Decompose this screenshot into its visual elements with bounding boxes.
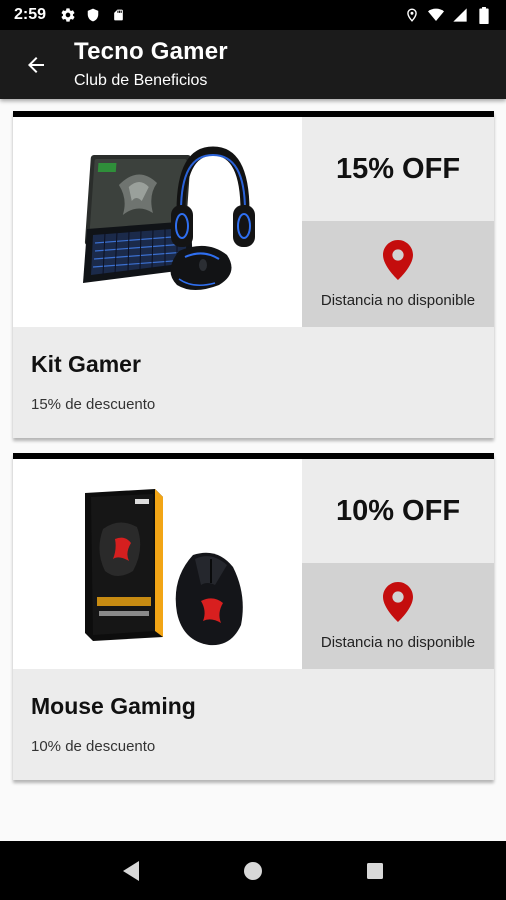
status-icons-right: [404, 6, 492, 24]
offer-card-kit-gamer[interactable]: 15% OFF Distancia no disponible Kit Game…: [13, 111, 494, 438]
shield-icon: [85, 7, 101, 23]
distance-box: Distancia no disponible: [302, 563, 494, 669]
nav-home-button[interactable]: [233, 851, 273, 891]
page-title: Tecno Gamer: [74, 37, 228, 65]
discount-label: 15% OFF: [302, 117, 494, 221]
battery-icon: [476, 6, 492, 24]
gaming-kit-product-image: [13, 117, 302, 327]
status-time: 2:59: [14, 6, 47, 23]
status-bar: 2:59: [0, 0, 506, 30]
recents-square-icon: [367, 862, 383, 879]
back-triangle-icon: [123, 860, 139, 881]
system-nav-bar: [0, 841, 506, 900]
location-icon: [404, 7, 420, 23]
nav-recents-button[interactable]: [355, 851, 395, 891]
gaming-mouse-product-image: [13, 459, 302, 669]
back-button[interactable]: [0, 30, 72, 99]
arrow-back-icon: [28, 56, 44, 73]
home-circle-icon: [244, 861, 262, 880]
gear-icon: [60, 7, 76, 23]
offer-description: 10% de descuento: [31, 738, 156, 755]
discount-label: 10% OFF: [302, 459, 494, 563]
map-pin-icon: [383, 581, 413, 622]
distance-box: Distancia no disponible: [302, 221, 494, 327]
app-bar: Tecno Gamer Club de Beneficios: [0, 30, 506, 99]
wifi-icon: [428, 7, 444, 23]
status-icons-left: [60, 7, 126, 23]
offer-name: Mouse Gaming: [31, 693, 196, 719]
offers-list[interactable]: 15% OFF Distancia no disponible Kit Game…: [0, 99, 506, 841]
app-bar-titles: Tecno Gamer Club de Beneficios: [74, 37, 228, 90]
page-subtitle: Club de Beneficios: [74, 71, 208, 89]
signal-icon: [452, 7, 468, 23]
map-pin-icon: [383, 239, 413, 280]
nav-back-button[interactable]: [111, 851, 151, 891]
sd-card-icon: [110, 7, 126, 23]
distance-text: Distancia no disponible: [320, 291, 476, 309]
offer-card-mouse-gaming[interactable]: 10% OFF Distancia no disponible Mouse Ga…: [13, 453, 494, 780]
offer-name: Kit Gamer: [31, 351, 141, 377]
distance-text: Distancia no disponible: [320, 633, 476, 651]
offer-description: 15% de descuento: [31, 396, 156, 413]
